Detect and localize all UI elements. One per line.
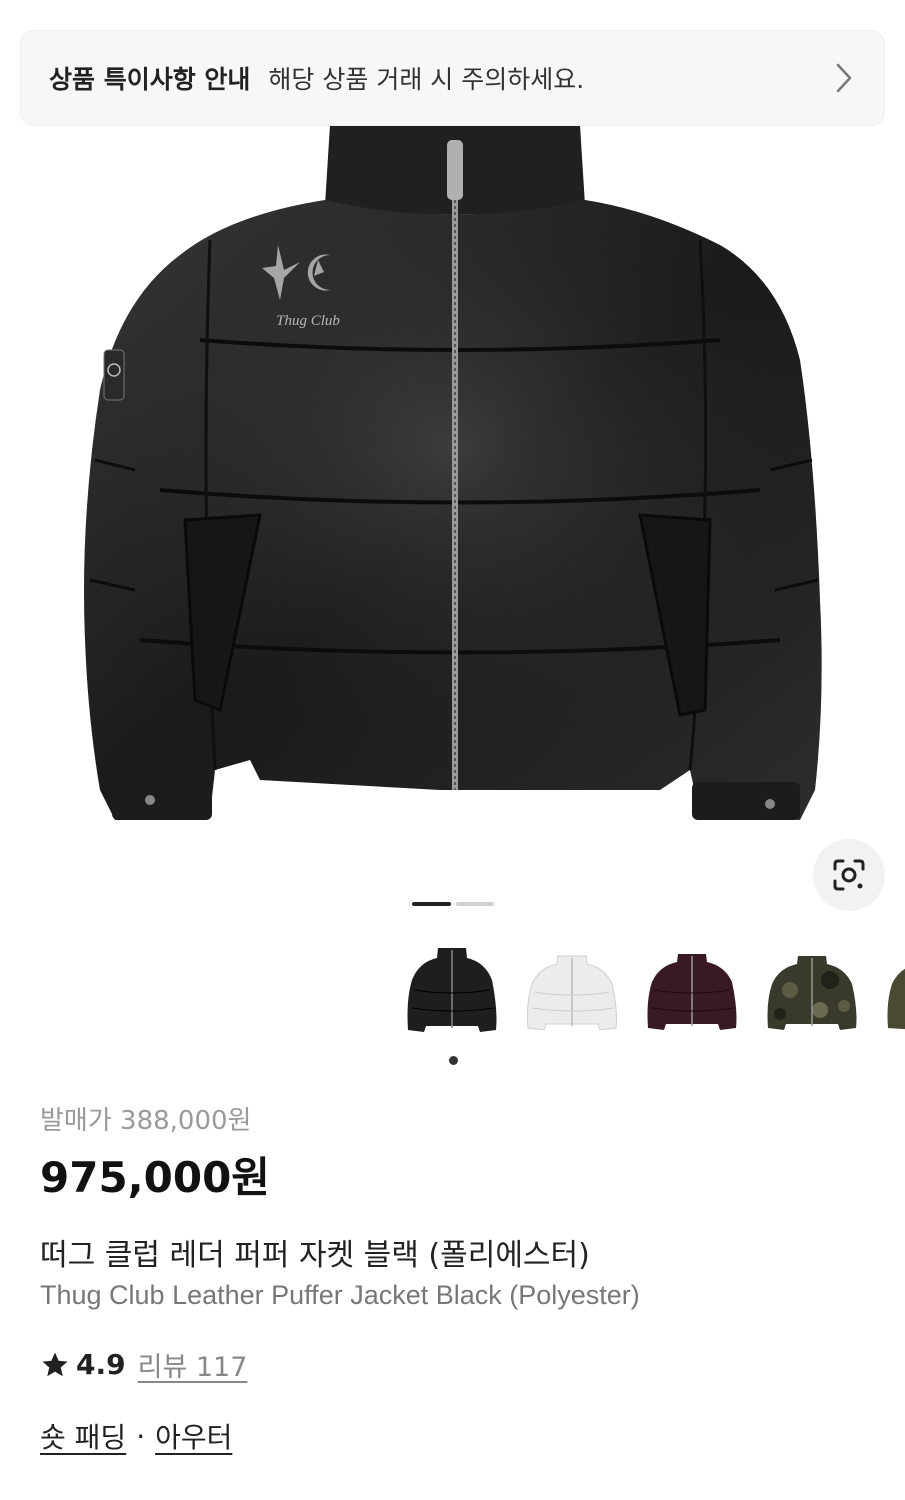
rating-score: 4.9	[76, 1348, 126, 1381]
jacket-thumbnail-image	[527, 955, 617, 1031]
color-variant-thumbnails	[400, 940, 905, 1040]
category-separator: ·	[136, 1419, 146, 1453]
chevron-right-icon	[836, 63, 852, 93]
thumbnail-burgundy[interactable]	[640, 940, 744, 1040]
notice-text: 해당 상품 거래 시 주의하세요.	[268, 65, 585, 94]
jacket-thumbnail-image	[647, 954, 737, 1030]
product-name-english: Thug Club Leather Puffer Jacket Black (P…	[40, 1280, 640, 1310]
jacket-thumbnail-image	[407, 948, 497, 1032]
carousel-indicator[interactable]	[456, 902, 494, 906]
product-image: Thug Club	[84, 125, 822, 820]
product-notice-banner[interactable]: 상품 특이사항 안내 해당 상품 거래 시 주의하세요.	[20, 30, 885, 126]
category-breadcrumb: 숏 패딩 · 아우터	[40, 1416, 232, 1456]
selected-thumbnail-dot	[449, 1056, 458, 1065]
jacket-thumbnail-image	[767, 956, 857, 1030]
thumbnail-camo[interactable]	[760, 940, 864, 1040]
category-link-short-padding[interactable]: 숏 패딩	[40, 1416, 126, 1456]
thumbnail-white[interactable]	[520, 940, 624, 1040]
current-price: 975,000원	[40, 1153, 270, 1202]
lens-search-icon	[833, 859, 865, 891]
jacket-thumbnail-image	[887, 968, 905, 1030]
release-price: 발매가 388,000원	[40, 1106, 252, 1136]
thumbnail-black[interactable]	[400, 940, 504, 1040]
thumbnail-partial[interactable]	[880, 940, 905, 1040]
product-image-carousel[interactable]: Thug Club	[0, 0, 905, 930]
product-name-korean: 떠그 클럽 레더 퍼퍼 자켓 블랙 (폴리에스터)	[40, 1238, 590, 1273]
carousel-indicator-active	[412, 902, 451, 906]
review-link[interactable]: 리뷰 117	[138, 1345, 248, 1384]
rating-row: 4.9 리뷰 117	[40, 1345, 247, 1384]
category-link-outer[interactable]: 아우터	[155, 1416, 232, 1456]
logo-text: Thug Club	[276, 313, 340, 329]
notice-title: 상품 특이사항 안내	[49, 65, 251, 94]
image-search-button[interactable]	[813, 839, 885, 911]
star-icon	[42, 1352, 68, 1376]
